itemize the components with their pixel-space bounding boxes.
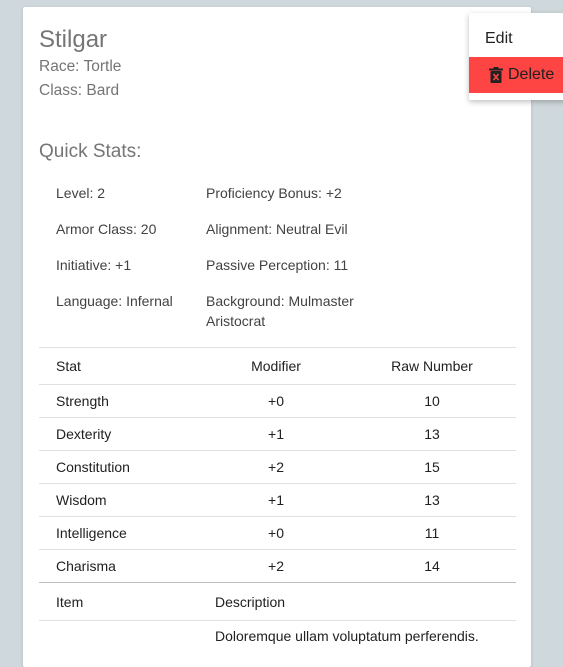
- divider: [39, 516, 516, 517]
- stat-alignment: Alignment: Neutral Evil: [206, 221, 348, 237]
- stat-initiative: Initiative: +1: [56, 257, 132, 273]
- stat-level: Level: 2: [56, 185, 106, 201]
- character-card: Stilgar Race: Tortle Class: Bard Quick S…: [23, 7, 531, 667]
- column-header-raw-number: Raw Number: [391, 358, 473, 374]
- trash-icon: [489, 67, 503, 83]
- divider: [39, 620, 516, 621]
- row-modifier: +0: [268, 525, 284, 541]
- character-name: Stilgar: [39, 26, 108, 53]
- divider: [39, 483, 516, 484]
- row-modifier: +1: [268, 426, 284, 442]
- row-raw-number: 10: [424, 393, 440, 409]
- stat-background: Background: Mulmaster Aristocrat: [206, 293, 354, 329]
- row-stat: Intelligence: [56, 525, 127, 541]
- stat-language: Language: Infernal: [56, 293, 173, 309]
- column-header-stat: Stat: [56, 358, 81, 374]
- stat-proficiency-bonus: Proficiency Bonus: +2: [206, 185, 342, 201]
- row-stat: Wisdom: [56, 492, 107, 508]
- row-raw-number: 14: [424, 558, 440, 574]
- edit-menu-item[interactable]: Edit: [469, 21, 563, 57]
- divider: [39, 450, 516, 451]
- character-class: Class: Bard: [39, 82, 120, 99]
- row-raw-number: 13: [424, 492, 440, 508]
- row-stat: Constitution: [56, 459, 130, 475]
- row-raw-number: 15: [424, 459, 440, 475]
- row-stat: Charisma: [56, 558, 116, 574]
- row-modifier: +1: [268, 492, 284, 508]
- row-description: Doloremque ullam voluptatum perferendis.: [215, 628, 479, 644]
- divider: [39, 582, 516, 583]
- row-raw-number: 11: [424, 525, 440, 541]
- stat-armor-class: Armor Class: 20: [56, 221, 157, 237]
- row-modifier: +2: [268, 459, 284, 475]
- character-race: Race: Tortle: [39, 58, 122, 75]
- row-stat: Dexterity: [56, 426, 112, 442]
- edit-label: Edit: [485, 30, 513, 47]
- delete-menu-item[interactable]: Delete: [469, 57, 563, 93]
- column-header-description: Description: [215, 594, 286, 610]
- divider: [39, 549, 516, 550]
- divider: [39, 347, 516, 348]
- actions-menu: Edit Delete: [469, 13, 563, 100]
- divider: [39, 417, 516, 418]
- quick-stats-title: Quick Stats:: [39, 141, 142, 162]
- row-raw-number: 13: [424, 426, 440, 442]
- row-modifier: +2: [268, 558, 284, 574]
- column-header-item: Item: [56, 594, 84, 610]
- row-modifier: +0: [268, 393, 284, 409]
- column-header-modifier: Modifier: [251, 358, 301, 374]
- delete-label: Delete: [508, 66, 555, 83]
- stat-passive-perception: Passive Perception: 11: [206, 257, 349, 273]
- divider: [39, 384, 516, 385]
- row-stat: Strength: [56, 393, 109, 409]
